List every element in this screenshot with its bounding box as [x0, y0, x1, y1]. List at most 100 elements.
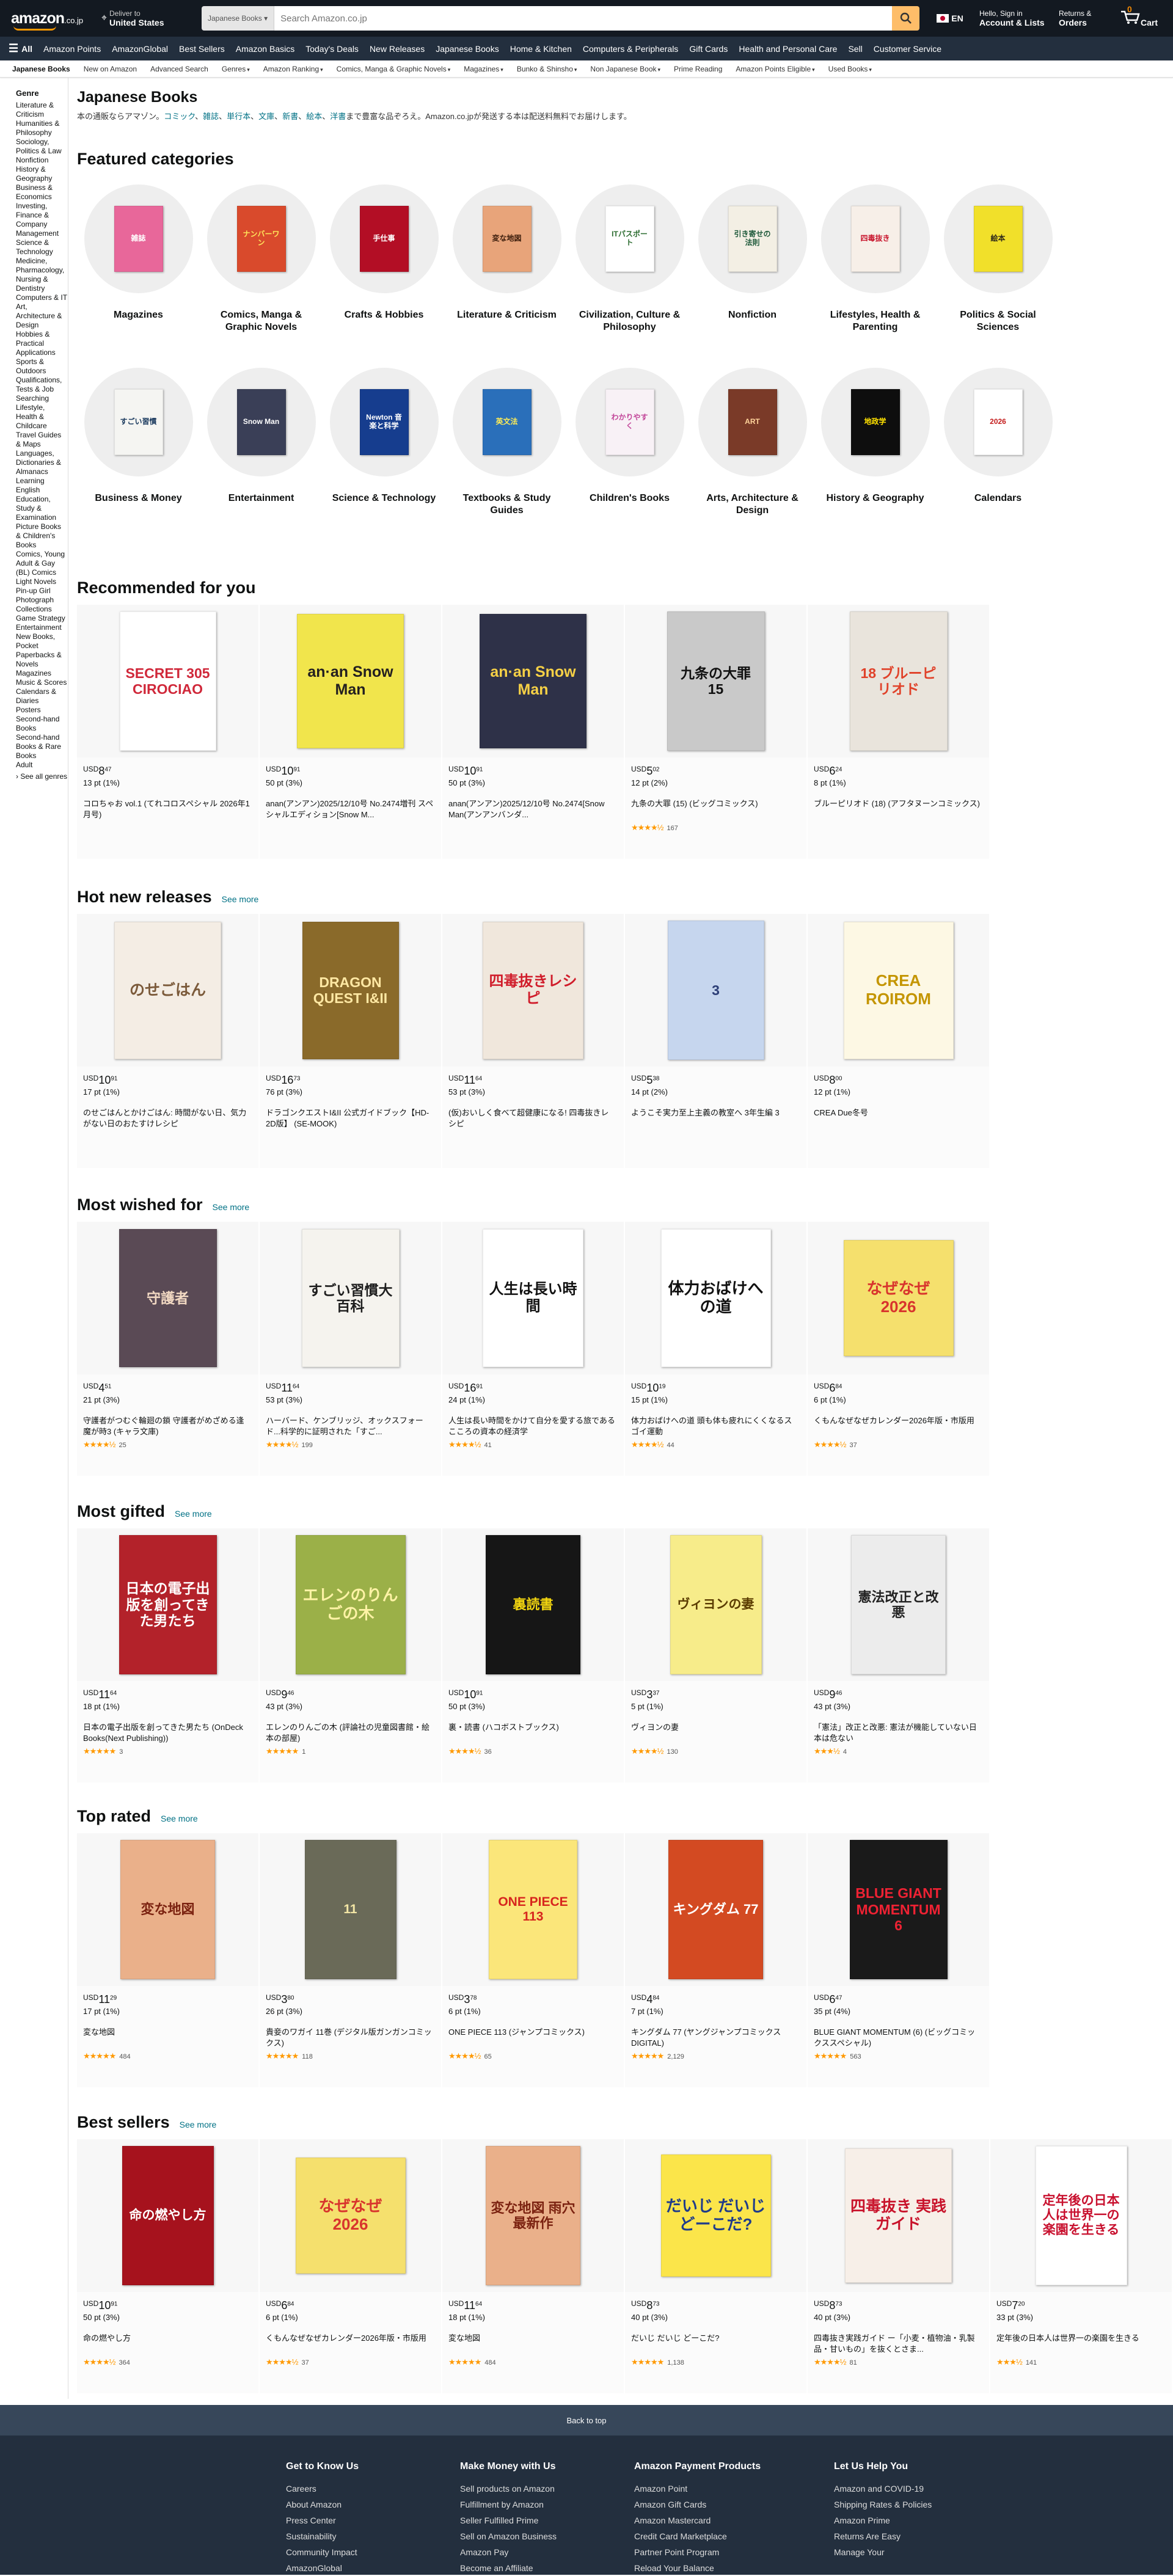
- see-more-link[interactable]: See more: [180, 2120, 217, 2129]
- sidebar-genre-link[interactable]: Nonfiction: [16, 156, 68, 165]
- product-title-link[interactable]: anan(アンアン)2025/12/10号 No.2474[Snow Man(ア…: [448, 798, 616, 820]
- category-circle[interactable]: 手仕事: [329, 184, 439, 293]
- subnav-link[interactable]: Gift Cards: [689, 44, 728, 54]
- footer-link[interactable]: Returns Are Easy: [834, 2528, 1008, 2544]
- category-label[interactable]: Magazines: [77, 309, 200, 321]
- product-card[interactable]: 日本の電子出版を創ってきた男たち USD1164 18 pt (1%) 日本の電子出版…: [77, 1528, 258, 1782]
- product-image[interactable]: 命の燃やし方: [77, 2139, 258, 2292]
- category-circle[interactable]: 地政学: [820, 368, 930, 476]
- product-card[interactable]: 11 USD380 26 pt (3%) 貴妾のワガイ 11巻 (デジタル版ガンガンコ…: [260, 1833, 441, 2087]
- product-title-link[interactable]: 九条の大罪 (15) (ビッグコミックス): [631, 798, 799, 820]
- product-title-link[interactable]: ドラゴンクエストI&II 公式ガイドブック【HD-2D版】 (SE-MOOK): [266, 1107, 434, 1129]
- product-card[interactable]: 命の燃やし方 USD1091 50 pt (3%) 命の燃やし方 ★★★★½ 364: [77, 2139, 258, 2393]
- product-image[interactable]: キングダム 77: [625, 1833, 806, 1986]
- product-card[interactable]: 3 USD538 14 pt (2%) ようこそ実力至上主義の教室へ 3年生編 3: [625, 914, 806, 1168]
- star-rating[interactable]: ★★★★★ 484: [448, 2357, 616, 2367]
- sidebar-genre-link[interactable]: Computers & IT: [16, 293, 68, 302]
- product-title-link[interactable]: だいじ だいじ どーこだ?: [631, 2333, 799, 2355]
- product-card[interactable]: 四毒抜き 実践ガイド USD873 40 pt (3%) 四毒抜き実践ガイド ー「小麦…: [808, 2139, 989, 2393]
- product-card[interactable]: 人生は長い時間 USD1691 24 pt (1%) 人生は長い時間をかけて自分を愛す…: [442, 1222, 624, 1476]
- category-label[interactable]: Crafts & Hobbies: [323, 309, 445, 321]
- subnav-link[interactable]: AmazonGlobal: [112, 44, 168, 54]
- product-image[interactable]: 四毒抜きレシピ: [442, 914, 624, 1067]
- footer-link[interactable]: Sell products on Amazon: [460, 2481, 634, 2497]
- category-card[interactable]: Newton 音楽と科学 Science & Technology: [323, 368, 445, 551]
- intro-link[interactable]: 雑誌: [203, 112, 219, 121]
- account-lists[interactable]: Hello, Sign in Account & Lists: [974, 9, 1054, 27]
- footer-link[interactable]: Amazon Mastercard: [634, 2512, 834, 2528]
- catstrip-link[interactable]: Bunko & Shinsho ▾: [517, 65, 577, 73]
- product-title-link[interactable]: キングダム 77 (ヤングジャンプコミックスDIGITAL): [631, 2027, 799, 2049]
- sidebar-genre-link[interactable]: Business & Economics: [16, 183, 68, 202]
- product-image[interactable]: 人生は長い時間: [442, 1222, 624, 1374]
- category-circle[interactable]: すごい習慣: [84, 368, 193, 476]
- sidebar-genre-link[interactable]: Education, Study & Examination: [16, 495, 68, 522]
- footer-link[interactable]: Fulfillment by Amazon: [460, 2497, 634, 2512]
- category-label[interactable]: Comics, Manga & Graphic Novels: [200, 309, 323, 334]
- product-title-link[interactable]: くもんなぜなぜカレンダー2026年版・市版用: [266, 2333, 434, 2355]
- product-image[interactable]: 18 ブルーピリオド: [808, 605, 989, 757]
- category-card[interactable]: わかりやすく Children's Books: [568, 368, 691, 551]
- product-image[interactable]: 体力おばけへの道: [625, 1222, 806, 1374]
- product-title-link[interactable]: 守護者がつむぐ輪廻の鎖 守護者がめざめる逢魔が時3 (キャラ文庫): [83, 1415, 251, 1437]
- category-label[interactable]: Civilization, Culture & Philosophy: [568, 309, 691, 334]
- catstrip-link[interactable]: Non Japanese Book ▾: [590, 65, 660, 73]
- product-image[interactable]: 11: [260, 1833, 441, 1986]
- product-image[interactable]: 憲法改正と改悪: [808, 1528, 989, 1681]
- star-rating[interactable]: ★★★★★ 563: [814, 2051, 982, 2061]
- product-image[interactable]: 日本の電子出版を創ってきた男たち: [77, 1528, 258, 1681]
- product-card[interactable]: 九条の大罪 15 USD502 12 pt (2%) 九条の大罪 (15) (ビッグコ…: [625, 605, 806, 859]
- footer-link[interactable]: Community Impact: [286, 2544, 460, 2560]
- product-card[interactable]: SECRET 305 CIROCIAO USD847 13 pt (1%) コロちゃお…: [77, 605, 258, 859]
- product-card[interactable]: 変な地図 雨穴最新作 USD1164 18 pt (1%) 変な地図 ★★★★★ 484: [442, 2139, 624, 2393]
- footer-link[interactable]: Reload Your Balance: [634, 2560, 834, 2576]
- sidebar-genre-link[interactable]: Calendars & Diaries: [16, 687, 68, 706]
- star-rating[interactable]: ★★★★½ 37: [814, 1440, 982, 1450]
- catstrip-link[interactable]: Amazon Ranking ▾: [263, 65, 323, 73]
- sidebar-genre-link[interactable]: Lifestyle, Health & Childcare: [16, 403, 68, 431]
- intro-link[interactable]: 新書: [282, 112, 298, 121]
- product-image[interactable]: 四毒抜き 実践ガイド: [808, 2139, 989, 2292]
- product-image[interactable]: だいじ だいじ どーこだ?: [625, 2139, 806, 2292]
- sidebar-genre-link[interactable]: Art, Architecture & Design: [16, 302, 68, 330]
- category-circle[interactable]: 四毒抜き: [820, 184, 930, 293]
- subnav-link[interactable]: Computers & Peripherals: [583, 44, 678, 54]
- product-card[interactable]: 裏読書 USD1091 50 pt (3%) 裏・読書 (ハコボストブックス) ★★★★…: [442, 1528, 624, 1782]
- product-card[interactable]: エレンのりんごの木 USD946 43 pt (3%) エレンのりんごの木 (評論社の…: [260, 1528, 441, 1782]
- subnav-link[interactable]: Today's Deals: [305, 44, 359, 54]
- footer-link[interactable]: Press Center: [286, 2512, 460, 2528]
- product-title-link[interactable]: ようこそ実力至上主義の教室へ 3年生編 3: [631, 1107, 799, 1129]
- product-image[interactable]: DRAGON QUEST I&II: [260, 914, 441, 1067]
- category-card[interactable]: 雑誌 Magazines: [77, 184, 200, 368]
- category-card[interactable]: 地政学 History & Geography: [814, 368, 937, 551]
- category-circle[interactable]: ART: [698, 368, 807, 476]
- language-selector[interactable]: EN: [926, 13, 974, 23]
- product-title-link[interactable]: 貴妾のワガイ 11巻 (デジタル版ガンガンコミックス): [266, 2027, 434, 2049]
- product-image[interactable]: SECRET 305 CIROCIAO: [77, 605, 258, 757]
- search-category-select[interactable]: Japanese Books ▾: [202, 6, 275, 31]
- category-label[interactable]: Nonfiction: [691, 309, 814, 321]
- intro-link[interactable]: 単行本: [227, 112, 250, 121]
- star-rating[interactable]: ★★★★½ 130: [631, 1746, 799, 1756]
- category-circle[interactable]: ナンバーワン: [206, 184, 316, 293]
- product-image[interactable]: ヴィヨンの妻: [625, 1528, 806, 1681]
- product-image[interactable]: なぜなぜ 2026: [260, 2139, 441, 2292]
- subnav-link[interactable]: Japanese Books: [436, 44, 499, 54]
- sidebar-genre-link[interactable]: Second-hand Books & Rare Books: [16, 733, 68, 761]
- product-card[interactable]: ヴィヨンの妻 USD337 5 pt (1%) ヴィヨンの妻 ★★★★½ 130: [625, 1528, 806, 1782]
- category-circle[interactable]: 絵本: [943, 184, 1053, 293]
- category-card[interactable]: 変な地図 Literature & Criticism: [445, 184, 568, 368]
- search-button[interactable]: [892, 6, 919, 31]
- intro-link[interactable]: 絵本: [306, 112, 322, 121]
- product-image[interactable]: 九条の大罪 15: [625, 605, 806, 757]
- product-card[interactable]: 憲法改正と改悪 USD946 43 pt (3%) 「憲法」改正と改悪: 憲法が機能し…: [808, 1528, 989, 1782]
- product-title-link[interactable]: (仮)おいしく食べて超健康になる! 四毒抜きレシピ: [448, 1107, 616, 1129]
- product-card[interactable]: 定年後の日本人は世界一の楽園を生きる USD720 33 pt (3%) 定年後の日本…: [990, 2139, 1172, 2393]
- catstrip-link[interactable]: Prime Reading: [674, 65, 722, 73]
- product-image[interactable]: のせごはん: [77, 914, 258, 1067]
- category-card[interactable]: ITパスポート Civilization, Culture & Philosoph…: [568, 184, 691, 368]
- product-title-link[interactable]: CREA Due冬号: [814, 1107, 982, 1129]
- product-image[interactable]: CREA ROIROM: [808, 914, 989, 1067]
- category-circle[interactable]: 2026: [943, 368, 1053, 476]
- star-rating[interactable]: ★★★★½ 65: [448, 2051, 616, 2061]
